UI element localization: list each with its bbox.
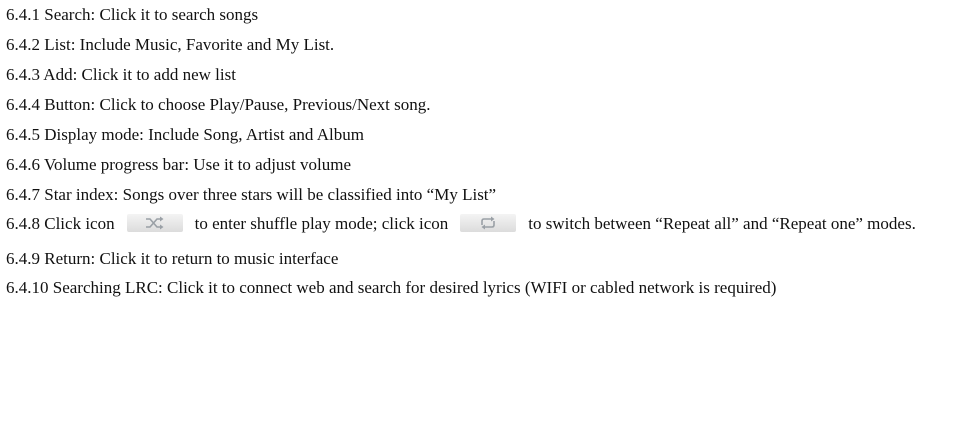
item-display-mode: 6.4.5 Display mode: Include Song, Artist…	[6, 125, 364, 144]
repeat-icon	[460, 214, 517, 232]
item-return: 6.4.9 Return: Click it to return to musi…	[6, 249, 339, 268]
item-list: 6.4.2 List: Include Music, Favorite and …	[6, 35, 335, 54]
item-shuffle-repeat-text-1: 6.4.8 Click icon	[6, 214, 115, 233]
item-volume-progress-bar: 6.4.6 Volume progress bar: Use it to adj…	[6, 155, 352, 174]
item-shuffle-repeat: 6.4.8 Click icon to enter shuffle play m…	[6, 210, 956, 238]
manual-section: 6.4.1 Search: Click it to search songs 6…	[6, 0, 956, 308]
shuffle-icon	[126, 214, 183, 232]
item-star-index: 6.4.7 Star index: Songs over three stars…	[6, 185, 497, 204]
item-button: 6.4.4 Button: Click to choose Play/Pause…	[6, 95, 431, 114]
item-search: 6.4.1 Search: Click it to search songs	[6, 5, 259, 24]
item-shuffle-repeat-text-3: to switch between “Repeat all” and “Repe…	[528, 214, 916, 233]
item-searching-lrc: 6.4.10 Searching LRC: Click it to connec…	[6, 278, 777, 297]
item-add: 6.4.3 Add: Click it to add new list	[6, 65, 236, 84]
item-shuffle-repeat-text-2: to enter shuffle play mode; click icon	[194, 214, 449, 233]
